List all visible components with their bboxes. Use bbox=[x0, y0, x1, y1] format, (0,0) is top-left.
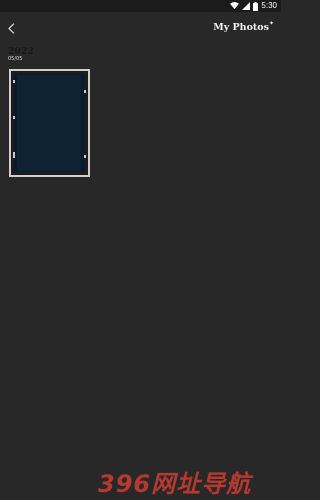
back-button[interactable] bbox=[2, 19, 20, 37]
thumbnail-image bbox=[13, 74, 86, 172]
thumbnail-right-rail bbox=[84, 80, 86, 166]
group-date: 05/05 bbox=[8, 56, 23, 62]
status-icons: 5:30 bbox=[230, 1, 277, 11]
photo-thumbnail[interactable] bbox=[9, 69, 90, 177]
thumbnail-screen-content bbox=[17, 75, 81, 171]
battery-icon bbox=[253, 1, 259, 11]
page-title: My Photos bbox=[213, 22, 269, 33]
wifi-icon bbox=[230, 2, 240, 10]
chevron-left-icon bbox=[7, 19, 16, 38]
app-bar: My Photos ✦ bbox=[0, 12, 281, 46]
title-sparkle-mark: ✦ bbox=[268, 20, 274, 27]
status-bar: 5:30 bbox=[0, 0, 281, 12]
thumbnail-left-rail bbox=[13, 80, 15, 166]
signal-icon bbox=[242, 2, 251, 10]
watermark-logo: 396网址导航 bbox=[98, 470, 252, 498]
status-time: 5:30 bbox=[261, 1, 277, 10]
